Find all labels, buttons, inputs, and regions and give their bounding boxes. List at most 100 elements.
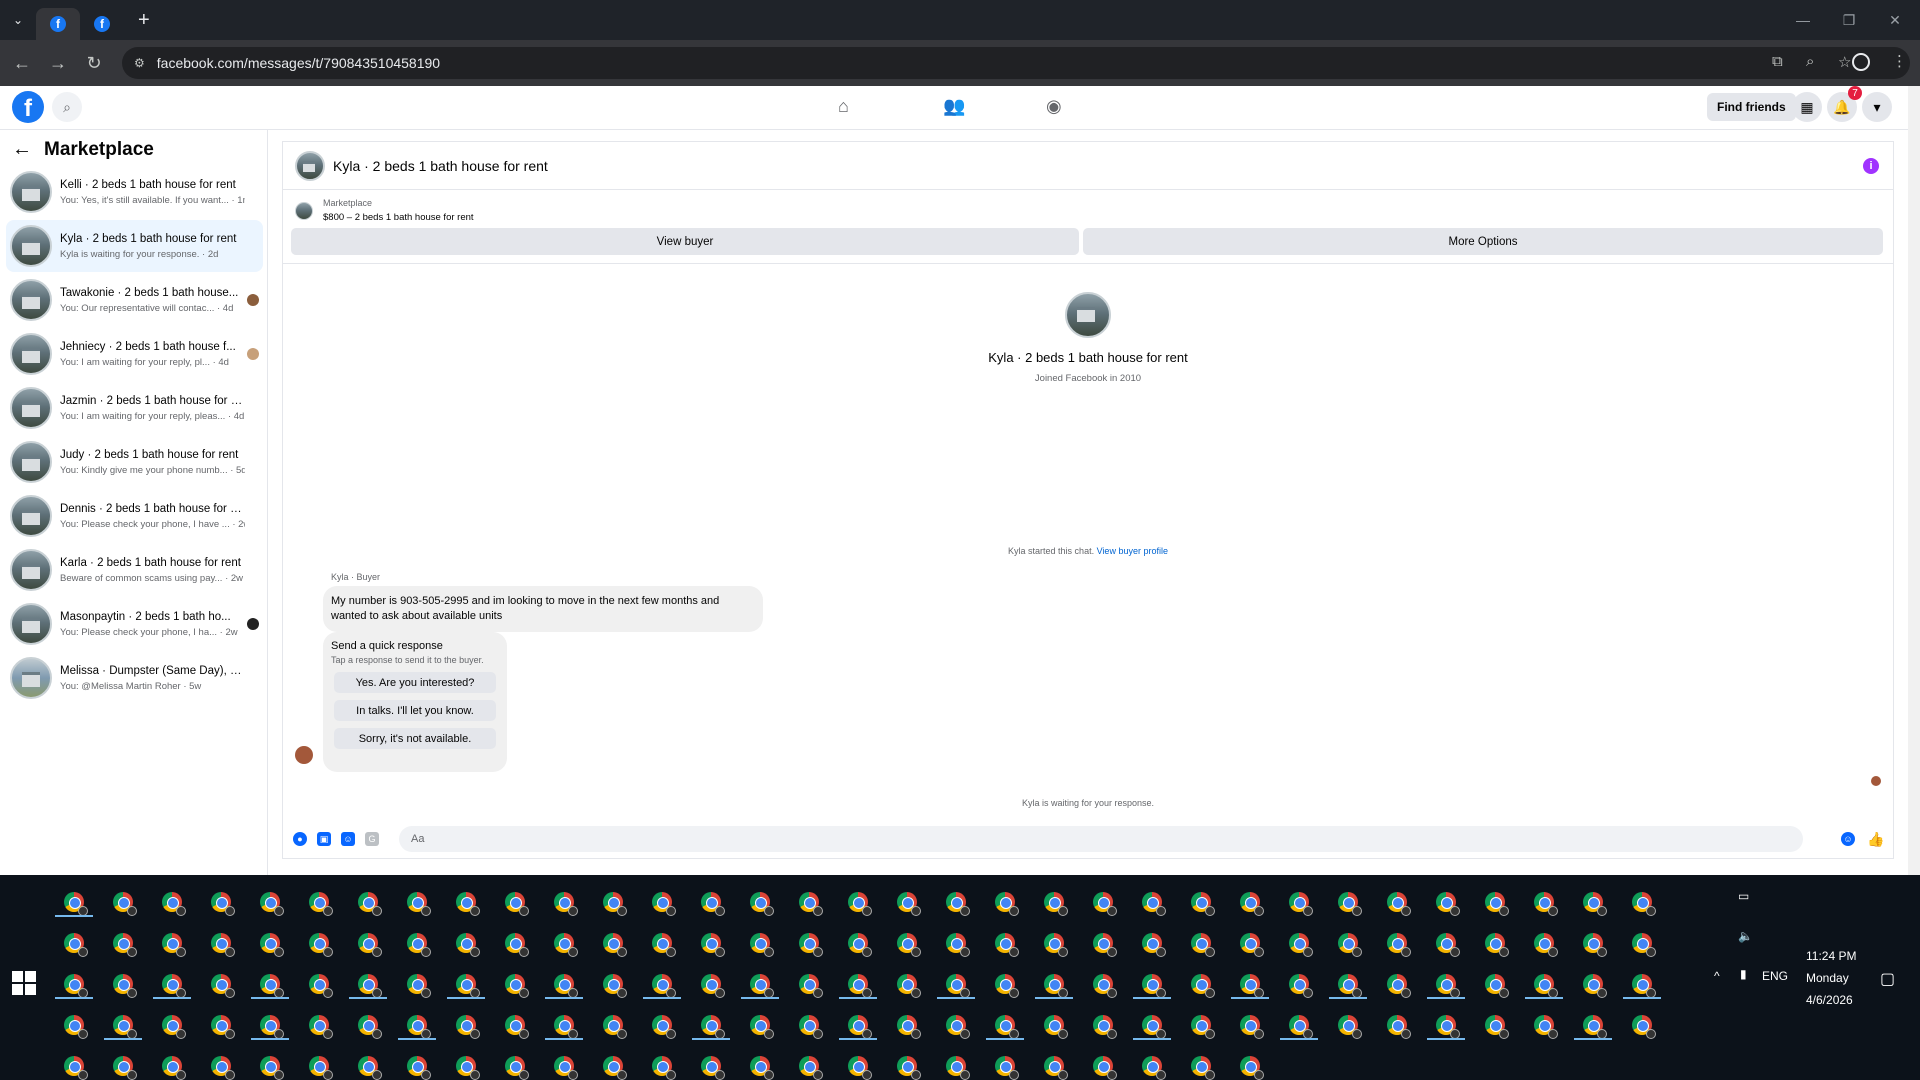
chrome-taskbar-icon[interactable] [701,933,725,957]
chrome-taskbar-icon[interactable] [701,1056,725,1080]
chrome-taskbar-icon[interactable] [358,1056,382,1080]
chrome-taskbar-icon[interactable] [113,892,137,916]
chrome-taskbar-icon[interactable] [1044,1056,1068,1080]
chrome-taskbar-icon[interactable] [995,974,1019,998]
conversation-item[interactable]: Jazmin · 2 beds 1 bath house for re... Yo… [6,382,263,434]
chrome-taskbar-icon[interactable] [603,974,627,998]
chrome-taskbar-icon[interactable] [1142,1056,1166,1080]
chrome-taskbar-icon[interactable] [897,933,921,957]
chrome-taskbar-icon[interactable] [897,974,921,998]
restore-icon[interactable]: ❐ [1826,0,1872,40]
chrome-taskbar-icon[interactable] [1485,892,1509,916]
chrome-taskbar-icon[interactable] [554,1015,578,1039]
chrome-taskbar-icon[interactable] [1583,892,1607,916]
chrome-taskbar-icon[interactable] [1632,892,1656,916]
chrome-taskbar-icon[interactable] [162,974,186,998]
chrome-taskbar-icon[interactable] [1632,933,1656,957]
menu-grid-icon[interactable]: ▦ [1792,92,1822,122]
new-tab-button[interactable]: + [138,9,150,32]
chrome-taskbar-icon[interactable] [1387,1015,1411,1039]
chrome-taskbar-icon[interactable] [407,1015,431,1039]
profile-icon[interactable] [1852,53,1870,71]
chrome-taskbar-icon[interactable] [897,892,921,916]
chrome-taskbar-icon[interactable] [1289,1015,1313,1039]
windows-start-icon[interactable] [12,971,36,995]
bookmark-star-icon[interactable]: ☆ [1838,53,1851,71]
chrome-taskbar-icon[interactable] [211,892,235,916]
groups-icon[interactable]: ◉ [1046,96,1062,117]
chrome-taskbar-icon[interactable] [848,1015,872,1039]
chrome-taskbar-icon[interactable] [897,1056,921,1080]
chrome-taskbar-icon[interactable] [1436,1015,1460,1039]
chrome-taskbar-icon[interactable] [260,1015,284,1039]
chrome-taskbar-icon[interactable] [456,933,480,957]
chrome-taskbar-icon[interactable] [1583,933,1607,957]
chrome-taskbar-icon[interactable] [260,892,284,916]
chrome-taskbar-icon[interactable] [652,974,676,998]
forward-icon[interactable]: → [40,45,76,81]
language-indicator[interactable]: ENG [1762,969,1788,983]
chrome-taskbar-icon[interactable] [162,933,186,957]
chrome-taskbar-icon[interactable] [309,1056,333,1080]
conversation-item[interactable]: Tawakonie · 2 beds 1 bath house... You: O… [6,274,263,326]
minimize-icon[interactable]: — [1780,0,1826,40]
chrome-taskbar-icon[interactable] [1191,892,1215,916]
quick-response-button[interactable]: In talks. I'll let you know. [334,700,496,721]
chrome-taskbar-icon[interactable] [1534,974,1558,998]
chrome-taskbar-icon[interactable] [309,892,333,916]
clock-date[interactable]: 4/6/2026 [1806,993,1853,1007]
zoom-icon[interactable]: ⌕ [1806,53,1814,70]
chrome-taskbar-icon[interactable] [554,892,578,916]
chrome-taskbar-icon[interactable] [799,1015,823,1039]
chrome-taskbar-icon[interactable] [309,933,333,957]
like-thumb-icon[interactable]: 👍 [1867,831,1884,847]
chrome-taskbar-icon[interactable] [1044,892,1068,916]
quick-response-button[interactable]: Yes. Are you interested? [334,672,496,693]
chrome-taskbar-icon[interactable] [603,1015,627,1039]
chrome-taskbar-icon[interactable] [1338,974,1362,998]
chrome-taskbar-icon[interactable] [1534,1015,1558,1039]
chrome-taskbar-icon[interactable] [456,1056,480,1080]
chrome-taskbar-icon[interactable] [162,1015,186,1039]
chrome-taskbar-icon[interactable] [799,933,823,957]
chrome-taskbar-icon[interactable] [1534,933,1558,957]
chrome-taskbar-icon[interactable] [1240,1056,1264,1080]
chrome-taskbar-icon[interactable] [1093,892,1117,916]
chrome-taskbar-icon[interactable] [1387,933,1411,957]
chrome-taskbar-icon[interactable] [1632,1015,1656,1039]
chrome-taskbar-icon[interactable] [995,892,1019,916]
message-input[interactable]: Aa [399,826,1803,852]
find-friends-button[interactable]: Find friends [1707,93,1796,121]
chrome-taskbar-icon[interactable] [260,974,284,998]
home-icon[interactable]: ⌂ [838,96,849,117]
chrome-taskbar-icon[interactable] [1044,974,1068,998]
chrome-taskbar-icon[interactable] [848,892,872,916]
chrome-taskbar-icon[interactable] [1485,974,1509,998]
action-center-icon[interactable]: ▢ [1880,969,1895,989]
chrome-taskbar-icon[interactable] [1093,1015,1117,1039]
chrome-taskbar-icon[interactable] [1044,933,1068,957]
chrome-taskbar-icon[interactable] [1191,1015,1215,1039]
chrome-taskbar-icon[interactable] [1436,974,1460,998]
conversation-item-selected[interactable]: Kyla · 2 beds 1 bath house for rent Kyla … [6,220,263,272]
chrome-taskbar-icon[interactable] [1387,974,1411,998]
chrome-taskbar-icon[interactable] [799,1056,823,1080]
chrome-taskbar-icon[interactable] [64,1056,88,1080]
chrome-taskbar-icon[interactable] [750,1056,774,1080]
chrome-taskbar-icon[interactable] [1191,933,1215,957]
chrome-taskbar-icon[interactable] [1191,974,1215,998]
page-scrollbar[interactable] [1908,86,1920,875]
conversation-item[interactable]: Kelli · 2 beds 1 bath house for rent You:… [6,166,263,218]
conversation-item[interactable]: Judy · 2 beds 1 bath house for rent You: … [6,436,263,488]
chrome-taskbar-icon[interactable] [162,892,186,916]
chrome-taskbar-icon[interactable] [701,892,725,916]
info-icon[interactable]: i [1863,158,1879,174]
chrome-taskbar-icon[interactable] [64,933,88,957]
tab-search-dropdown-icon[interactable]: ⌄ [0,0,36,40]
view-buyer-profile-link[interactable]: View buyer profile [1097,546,1168,556]
chrome-taskbar-icon[interactable] [1240,1015,1264,1039]
sticker-icon[interactable]: ☺ [341,832,355,846]
back-arrow-icon[interactable]: ← [12,138,32,161]
chrome-taskbar-icon[interactable] [1240,892,1264,916]
chrome-taskbar-icon[interactable] [407,892,431,916]
